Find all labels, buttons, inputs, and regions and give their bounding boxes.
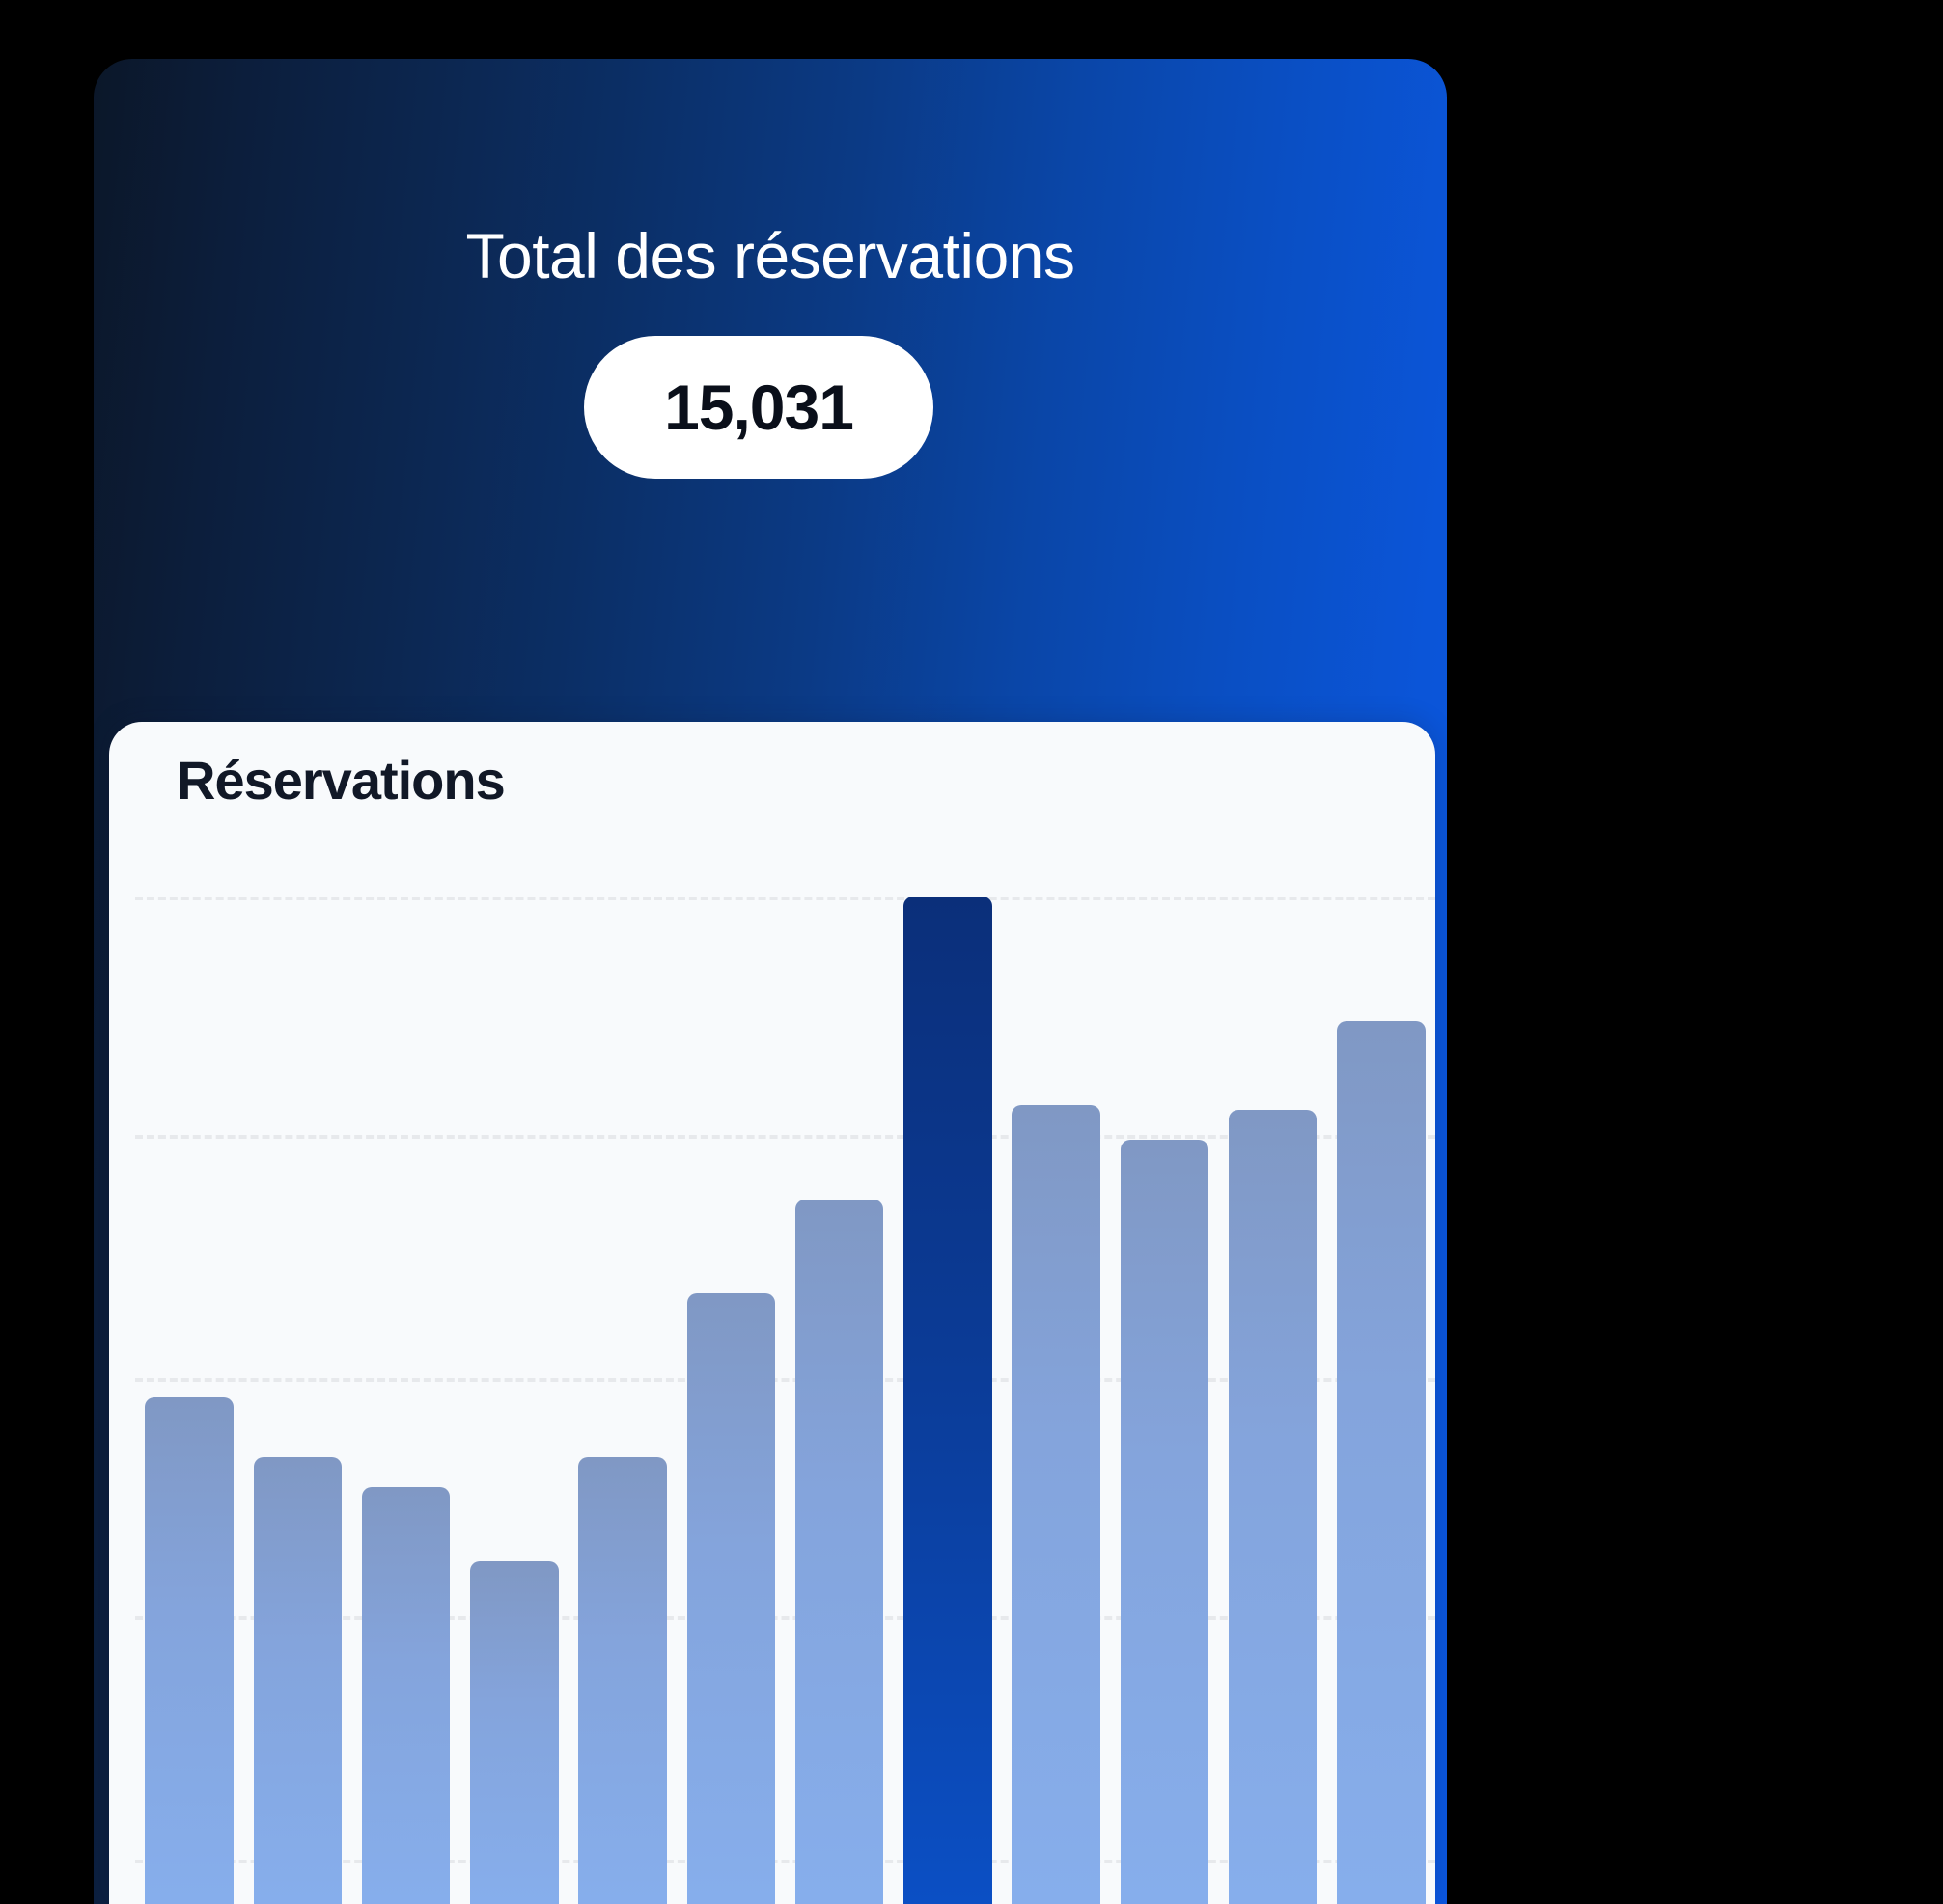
chart-bar[interactable]	[1337, 1020, 1426, 1904]
total-reservations-value: 15,031	[664, 372, 854, 443]
chart-bar[interactable]	[1012, 1105, 1100, 1904]
chart-bar[interactable]	[794, 1199, 884, 1904]
chart-bar[interactable]	[145, 1397, 234, 1904]
chart-bars	[135, 862, 1435, 1904]
reservations-card: Réservations	[109, 722, 1435, 1904]
chart-bar[interactable]	[361, 1487, 451, 1904]
reservations-bar-chart	[135, 862, 1435, 1904]
chart-bar[interactable]	[686, 1293, 776, 1904]
page-title: Total des réservations	[465, 220, 1076, 291]
chart-bar[interactable]	[578, 1457, 667, 1904]
total-reservations-badge: 15,031	[584, 336, 933, 479]
screen-root: Total des réservations 15,031 Réservatio…	[0, 0, 1943, 1904]
chart-bar[interactable]	[1228, 1110, 1318, 1904]
chart-bar[interactable]	[470, 1561, 559, 1904]
card-title: Réservations	[177, 750, 506, 811]
chart-bar[interactable]	[1120, 1140, 1209, 1904]
chart-bar[interactable]	[253, 1457, 343, 1904]
chart-bar-highlighted[interactable]	[903, 897, 992, 1904]
